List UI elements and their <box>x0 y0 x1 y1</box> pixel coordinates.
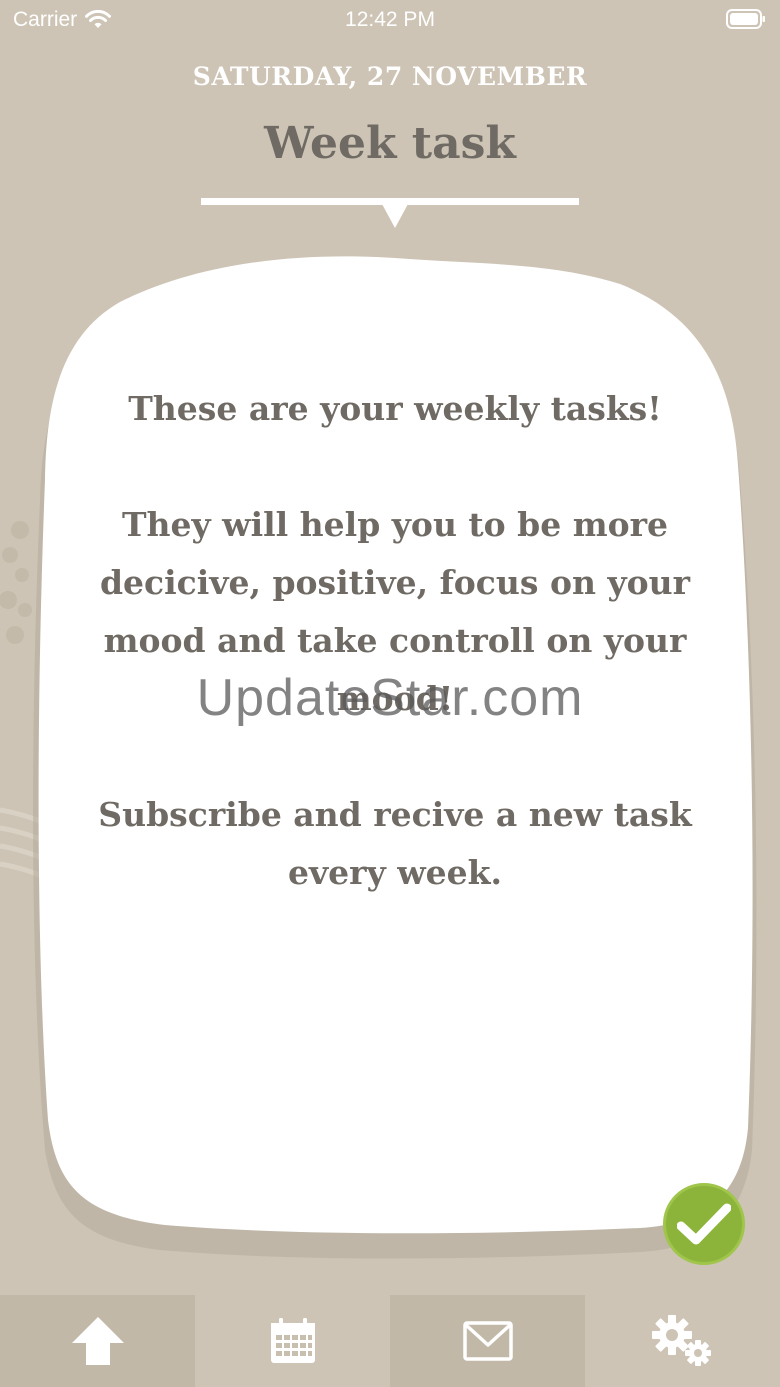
calendar-icon <box>270 1318 315 1363</box>
status-time: 12:42 PM <box>345 8 435 31</box>
checkmark-icon <box>677 1203 731 1245</box>
card-benefits-line-3: mood and take controll on your <box>103 621 687 660</box>
gears-icon <box>651 1315 711 1366</box>
card-intro: These are your weekly tasks! <box>128 389 662 428</box>
card-benefits-line-1: They will help you to be more <box>121 505 669 544</box>
tab-settings[interactable] <box>585 1295 780 1387</box>
card-benefits-line-2: decicive, positive, focus on your <box>99 563 691 602</box>
date-label: SATURDAY, 27 NOVEMBER <box>192 62 588 91</box>
card-subscribe-line-1: Subscribe and recive a new task <box>98 795 692 834</box>
home-arrow-icon <box>71 1317 124 1365</box>
tab-bar <box>0 1295 780 1387</box>
mail-icon <box>462 1321 513 1361</box>
card-subscribe-line-2: every week. <box>288 853 502 892</box>
card-benefits-line-4: mood! <box>336 679 454 718</box>
status-bar: Carrier 12:42 PM <box>0 0 780 40</box>
title-pointer <box>382 204 408 228</box>
card-message: These are your weekly tasks! They will h… <box>70 380 720 902</box>
tab-calendar[interactable] <box>195 1295 390 1387</box>
tab-mail[interactable] <box>390 1295 585 1387</box>
page-title: Week task <box>264 118 516 169</box>
confirm-button[interactable] <box>663 1183 745 1265</box>
tab-home[interactable] <box>0 1295 195 1387</box>
battery-icon <box>726 9 765 29</box>
